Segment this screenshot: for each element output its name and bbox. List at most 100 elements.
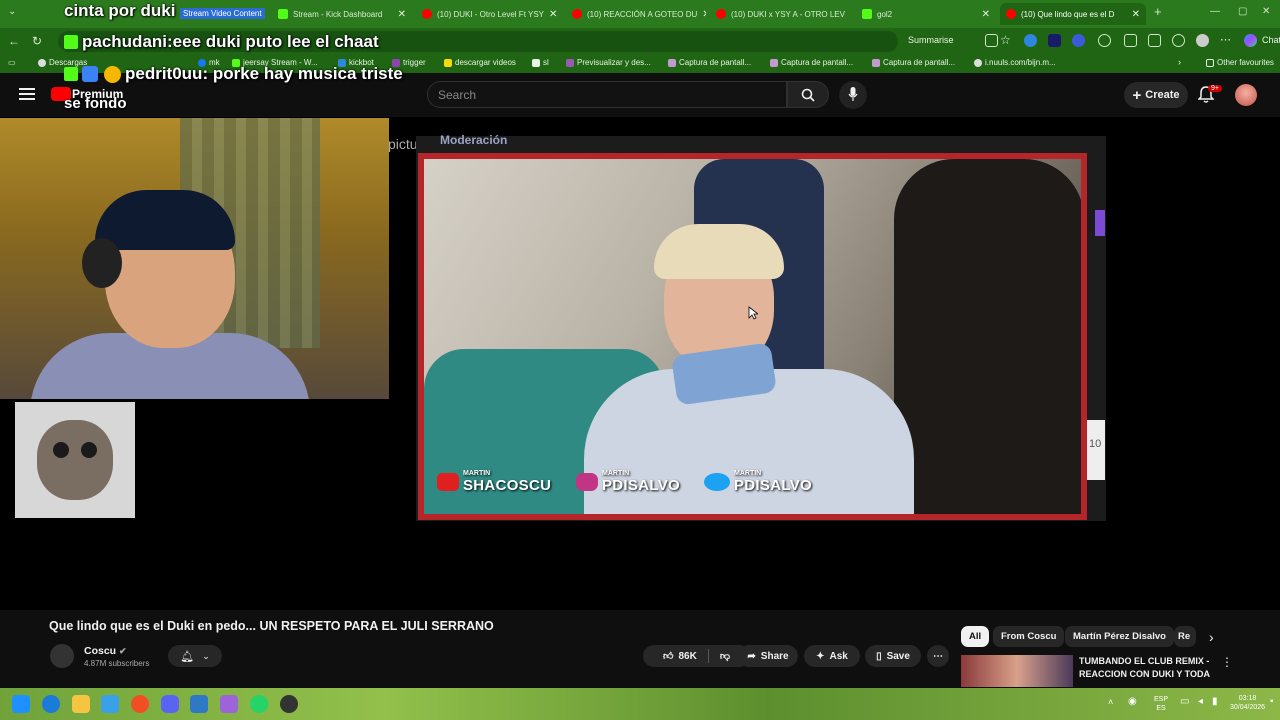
bookmark-item[interactable]: Previsualizar y des...: [566, 58, 651, 67]
other-favourites-folder[interactable]: Other favourites: [1206, 58, 1274, 67]
more-actions-button[interactable]: ⋯: [927, 645, 949, 667]
bookmark-item[interactable]: Captura de pantall...: [872, 58, 955, 67]
channel-name[interactable]: Coscu ✔: [84, 645, 127, 657]
save-button[interactable]: ▯ Save: [865, 645, 921, 667]
bookmark-item[interactable]: descargar videos: [444, 58, 516, 67]
like-button[interactable]: 👍︎ 86K: [663, 650, 697, 663]
close-tab-icon[interactable]: ✕: [702, 9, 706, 20]
edge-browser-icon[interactable]: [42, 695, 60, 713]
maximize-icon[interactable]: ▢: [1238, 6, 1247, 17]
minimize-icon[interactable]: —: [1210, 6, 1220, 17]
monkey-face-shape: [37, 420, 113, 500]
chat-button[interactable]: Chat: [1262, 35, 1280, 45]
overlay-chat-line: cinta por duki: [64, 1, 176, 20]
volume-icon[interactable]: ◂: [1198, 697, 1203, 707]
language-indicator[interactable]: ESP ES: [1154, 695, 1168, 713]
browser-tab-active[interactable]: (10) Que lindo que es el D ✕: [1000, 3, 1146, 25]
favorites-icon[interactable]: [1148, 34, 1161, 47]
chip-all[interactable]: All: [961, 626, 990, 647]
bookmark-item[interactable]: Captura de pantall...: [668, 58, 751, 67]
browser-tab[interactable]: Stream - Kick Dashboard ✕: [272, 3, 412, 25]
chip-from-channel[interactable]: From Coscu: [993, 626, 1065, 647]
pen-icon: [668, 58, 676, 67]
browser-tab[interactable]: (10) REACCIÓN A GOTEO DU ✕: [566, 3, 706, 25]
chip-related-person[interactable]: Martín Pérez Disalvo: [1065, 626, 1174, 647]
more-menu-icon[interactable]: ⋯: [1220, 33, 1231, 46]
bookmark-item[interactable]: Captura de pantall...: [770, 58, 853, 67]
dislike-button[interactable]: 👎︎: [720, 650, 730, 662]
ask-button[interactable]: ✦ Ask: [804, 645, 860, 667]
obs-icon[interactable]: [280, 695, 298, 713]
notification-center-icon[interactable]: ▪: [1270, 697, 1274, 707]
social-tag-twitter: MARTIN PDISALVO: [704, 470, 812, 494]
sidebar-toggle-icon[interactable]: ▭: [8, 58, 16, 67]
copilot-icon[interactable]: [1244, 34, 1257, 47]
summarise-button[interactable]: Summarise: [908, 35, 954, 45]
extension-icon[interactable]: [1024, 34, 1037, 47]
bookmark-label: i.nuuls.com/bijn.m...: [985, 58, 1056, 67]
chevron-right-icon[interactable]: ›: [1209, 629, 1214, 645]
extension-icon[interactable]: [1072, 34, 1085, 47]
tab-search-icon[interactable]: ⌄: [8, 6, 16, 17]
date-text: 30/04/2026: [1230, 704, 1266, 711]
reload-icon[interactable]: ↻: [32, 34, 42, 48]
voice-search-button[interactable]: [839, 81, 867, 109]
create-button[interactable]: + Create: [1124, 82, 1188, 108]
tray-app-icon[interactable]: ◉: [1128, 697, 1137, 707]
bookmark-item[interactable]: Descargas: [38, 58, 87, 67]
new-tab-icon[interactable]: +: [1154, 4, 1162, 19]
overlay-chat-line: pedrit0uu: porke hay musica triste: [125, 64, 403, 84]
bookmark-item[interactable]: i.nuuls.com/bijn.m...: [974, 58, 1056, 67]
pen-icon: [770, 58, 778, 67]
wifi-icon[interactable]: ▭: [1180, 697, 1189, 707]
hamburger-menu-icon[interactable]: [19, 87, 35, 101]
monkey-eye-shape: [53, 442, 69, 458]
profile-avatar[interactable]: [1196, 34, 1209, 47]
discord-icon[interactable]: [161, 695, 179, 713]
search-button[interactable]: [787, 81, 829, 108]
browser-tab[interactable]: gol2 ✕: [856, 3, 996, 25]
extension-icon[interactable]: [1098, 34, 1111, 47]
clock[interactable]: 03:18 30/04/2026: [1230, 694, 1265, 712]
bell-icon: 🔔︎: [180, 650, 195, 663]
close-tab-icon[interactable]: ✕: [398, 9, 406, 20]
chat-message: porke hay musica triste: [212, 64, 403, 83]
start-windows-icon[interactable]: [12, 695, 30, 713]
close-window-icon[interactable]: ✕: [1262, 6, 1270, 17]
tray-chevron-up-icon[interactable]: ˄: [1108, 698, 1113, 707]
background-text: pictu: [388, 136, 418, 152]
bookmark-label: descargar videos: [455, 58, 516, 67]
browser-tab[interactable]: (10) DUKI - Otro Level Ft YSY ✕: [416, 3, 562, 25]
whatsapp-icon[interactable]: [250, 695, 268, 713]
file-explorer-icon[interactable]: [72, 695, 90, 713]
search-input[interactable]: Search: [427, 81, 787, 108]
browser-tab[interactable]: (10) DUKI x YSY A - OTRO LEV✕: [710, 3, 850, 25]
subscription-bell-button[interactable]: 🔔︎ ⌄: [168, 645, 222, 667]
close-tab-icon[interactable]: ✕: [982, 9, 990, 20]
close-tab-icon[interactable]: ✕: [549, 9, 557, 20]
extension-icon[interactable]: [1048, 34, 1061, 47]
bookmark-item[interactable]: sl: [532, 58, 549, 67]
chevron-right-icon[interactable]: ›: [1178, 57, 1181, 67]
app-icon[interactable]: [101, 695, 119, 713]
rp-icon: [566, 58, 574, 67]
more-vertical-icon[interactable]: ⋮: [1221, 655, 1233, 669]
kick-icon: [64, 67, 78, 81]
recommendation-thumbnail[interactable]: [961, 655, 1073, 687]
app-icon[interactable]: [220, 695, 238, 713]
headphone-shape: [82, 238, 122, 288]
chip-truncated[interactable]: Re: [1174, 626, 1196, 647]
browser-icon[interactable]: [131, 695, 149, 713]
star-icon[interactable]: ☆: [1000, 33, 1011, 47]
extension-icon[interactable]: [985, 34, 998, 47]
share-button[interactable]: ➦ Share: [738, 645, 798, 667]
back-icon[interactable]: ←: [8, 34, 20, 48]
app-icon[interactable]: [190, 695, 208, 713]
bandana-shape: [95, 190, 235, 250]
battery-icon[interactable]: ▮: [1212, 697, 1218, 707]
extensions-puzzle-icon[interactable]: [1124, 34, 1137, 47]
close-tab-icon[interactable]: ✕: [1132, 9, 1140, 20]
channel-avatar[interactable]: [50, 644, 74, 668]
history-icon[interactable]: [1172, 34, 1185, 47]
account-avatar[interactable]: [1235, 84, 1257, 106]
